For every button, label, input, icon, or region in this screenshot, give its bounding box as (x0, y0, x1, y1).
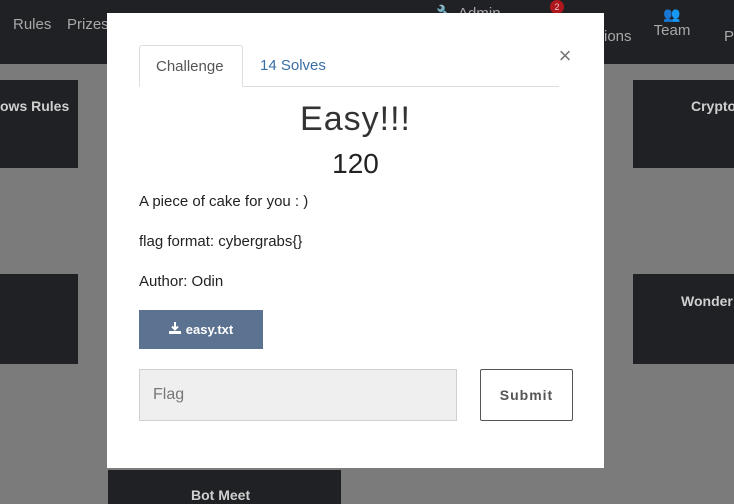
users-icon: 👥 (663, 6, 681, 22)
nav-partial-right[interactable]: P (724, 28, 734, 45)
challenge-title: Easy!!! (300, 100, 411, 138)
description-line: flag format: cybergrabs{} (139, 233, 303, 250)
file-name: easy.txt (185, 322, 234, 337)
tab-challenge[interactable]: Challenge (139, 45, 243, 87)
flag-input[interactable] (139, 369, 457, 421)
description-line: Author: Odin (139, 273, 224, 290)
submit-button[interactable]: Submit (480, 369, 573, 421)
card-label: Wonder (681, 293, 733, 309)
file-download-button[interactable]: easy.txt (139, 310, 263, 349)
nav-team[interactable]: 👥 Team (652, 6, 692, 39)
challenge-card-rules[interactable]: ows Rules (0, 80, 78, 168)
nav-prizes[interactable]: Prizes (67, 16, 109, 33)
tab-solves[interactable]: 14 Solves (244, 45, 342, 87)
card-label: ows Rules (0, 98, 70, 114)
notifications-badge: 2 (550, 0, 564, 14)
challenge-points: 120 (332, 148, 379, 179)
challenge-card-left[interactable] (0, 274, 78, 364)
nav-rules[interactable]: Rules (13, 16, 51, 33)
modal-tabs: Challenge 14 Solves (139, 45, 559, 87)
nav-notifications[interactable]: ions (604, 28, 632, 45)
description-line: A piece of cake for you : ) (139, 193, 309, 210)
card-label: Bot Meet (191, 487, 251, 503)
nav-team-label: Team (653, 22, 691, 39)
download-icon (168, 310, 181, 349)
challenge-card-crypto[interactable]: Crypto (633, 80, 734, 168)
challenge-card-bot-meet[interactable]: Bot Meet (108, 470, 341, 504)
challenge-card-wonder[interactable]: Wonder (633, 274, 734, 364)
card-label: Crypto (691, 98, 734, 114)
